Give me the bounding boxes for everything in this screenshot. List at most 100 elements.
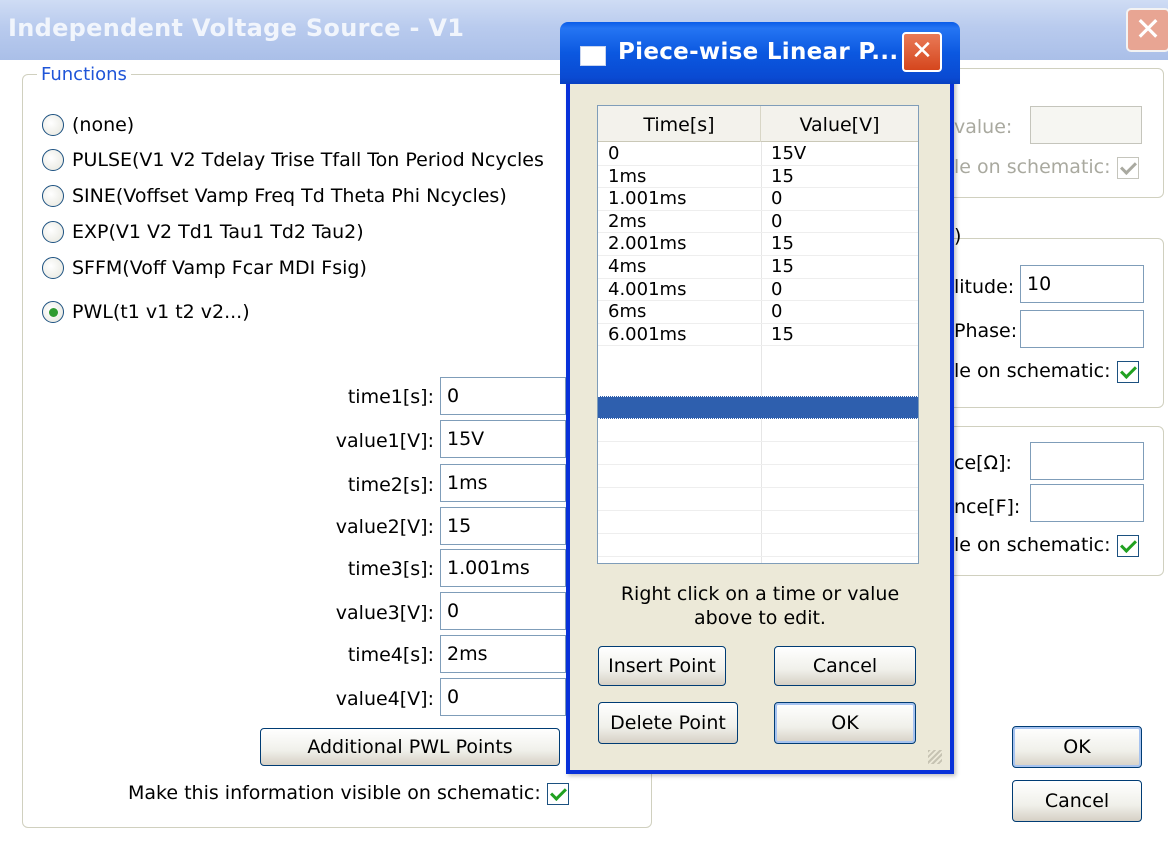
time-cell[interactable]: 2ms [598, 211, 646, 233]
radio-none[interactable]: (none) [42, 111, 134, 139]
pwl-table-header: Time[s] Value[V] [598, 106, 918, 142]
dc-visible-checkbox[interactable] [1116, 156, 1139, 179]
ac-paren: ) [954, 225, 962, 247]
visible-on-schematic-row: Make this information visible on schemat… [128, 782, 569, 805]
capacitance-field[interactable] [1030, 484, 1144, 522]
radio-exp-icon[interactable] [42, 221, 64, 243]
time-cell[interactable]: 4ms [598, 256, 646, 278]
time1-field[interactable]: 0 [440, 377, 566, 415]
time4-field[interactable]: 2ms [440, 635, 566, 673]
value4-label: value4[V]: [335, 688, 434, 710]
value2-label: value2[V]: [335, 516, 434, 538]
time3-label: time3[s]: [347, 558, 434, 580]
table-row[interactable]: 1ms 15 [598, 166, 918, 189]
resize-grip-icon[interactable] [928, 750, 942, 764]
phase-label: Phase: [954, 320, 1018, 342]
time-cell[interactable]: 6.001ms [598, 324, 686, 346]
value-cell[interactable]: 15V [761, 143, 806, 165]
parent-title: Independent Voltage Source - V1 [8, 14, 465, 42]
pwl-ok-button[interactable]: OK [774, 702, 916, 744]
dc-visible-row: le on schematic: [954, 156, 1139, 179]
value2-field[interactable]: 15 [440, 507, 566, 545]
ac-visible-label: le on schematic: [954, 360, 1111, 382]
value-cell[interactable]: 15 [761, 324, 794, 346]
time1-label: time1[s]: [347, 386, 434, 408]
empty-row[interactable] [598, 488, 918, 511]
radio-sffm-icon[interactable] [42, 257, 64, 279]
ac-visible-checkbox[interactable] [1116, 360, 1139, 383]
value3-label: value3[V]: [335, 602, 434, 624]
value-cell[interactable]: 0 [761, 301, 782, 323]
radio-pulse[interactable]: PULSE(V1 V2 Tdelay Trise Tfall Ton Perio… [42, 146, 566, 174]
radio-sffm[interactable]: SFFM(Voff Vamp Fcar MDI Fsig) [42, 254, 367, 282]
par-visible-label: le on schematic: [954, 534, 1111, 556]
resistance-label: ce[Ω]: [954, 452, 1012, 474]
radio-sine[interactable]: SINE(Voffset Vamp Freq Td Theta Phi Ncyc… [42, 182, 507, 210]
value-cell[interactable]: 15 [761, 233, 794, 255]
amplitude-label: litude: [954, 276, 1015, 298]
parent-close-icon[interactable]: ✕ [1126, 8, 1168, 52]
radio-pulse-label: PULSE(V1 V2 Tdelay Trise Tfall Ton Perio… [72, 149, 544, 171]
time3-field[interactable]: 1.001ms [440, 549, 566, 587]
time2-field[interactable]: 1ms [440, 464, 566, 502]
parent-ok-button[interactable]: OK [1012, 726, 1142, 768]
value-cell[interactable]: 15 [761, 166, 794, 188]
radio-exp-label: EXP(V1 V2 Td1 Tau1 Td2 Tau2) [72, 221, 364, 243]
table-row[interactable]: 4ms 15 [598, 256, 918, 279]
table-row[interactable]: 2ms 0 [598, 211, 918, 234]
table-row[interactable]: 4.001ms 0 [598, 279, 918, 302]
delete-point-button[interactable]: Delete Point [598, 702, 738, 744]
time-cell[interactable]: 2.001ms [598, 233, 686, 255]
parent-cancel-button[interactable]: Cancel [1012, 780, 1142, 822]
header-value[interactable]: Value[V] [761, 106, 918, 142]
radio-sine-icon[interactable] [42, 185, 64, 207]
table-row[interactable]: 6.001ms 15 [598, 324, 918, 347]
radio-pwl-icon[interactable] [42, 301, 64, 323]
radio-exp[interactable]: EXP(V1 V2 Td1 Tau1 Td2 Tau2) [42, 218, 364, 246]
radio-none-icon[interactable] [42, 114, 64, 136]
insert-point-button[interactable]: Insert Point [598, 646, 726, 686]
empty-row[interactable] [598, 511, 918, 534]
value3-field[interactable]: 0 [440, 592, 566, 630]
value1-label: value1[V]: [335, 430, 434, 452]
value-cell[interactable]: 0 [761, 279, 782, 301]
resistance-field[interactable] [1030, 442, 1144, 480]
table-row[interactable]: 0 15V [598, 143, 918, 166]
empty-row[interactable] [598, 419, 918, 442]
table-row[interactable]: 1.001ms 0 [598, 188, 918, 211]
selected-empty-row[interactable] [598, 396, 918, 419]
amplitude-field[interactable]: 10 [1020, 265, 1144, 303]
value-cell[interactable]: 0 [761, 188, 782, 210]
value1-field[interactable]: 15V [440, 420, 566, 458]
time-cell[interactable]: 4.001ms [598, 279, 686, 301]
dc-value-field[interactable] [1030, 106, 1142, 144]
phase-field[interactable] [1020, 310, 1144, 348]
empty-row[interactable] [598, 465, 918, 488]
additional-pwl-points-button[interactable]: Additional PWL Points [260, 728, 560, 766]
radio-pulse-icon[interactable] [42, 149, 64, 171]
time2-label: time2[s]: [347, 474, 434, 496]
pwl-cancel-button[interactable]: Cancel [774, 646, 916, 686]
value4-field[interactable]: 0 [440, 678, 566, 716]
radio-none-label: (none) [72, 114, 135, 136]
time-cell[interactable]: 1ms [598, 166, 646, 188]
par-visible-checkbox[interactable] [1116, 534, 1139, 557]
value-cell[interactable]: 0 [761, 211, 782, 233]
dc-visible-label: le on schematic: [954, 156, 1111, 178]
radio-sffm-label: SFFM(Voff Vamp Fcar MDI Fsig) [72, 257, 367, 279]
value-cell[interactable]: 15 [761, 256, 794, 278]
visible-on-schematic-checkbox[interactable] [546, 782, 569, 805]
radio-pwl[interactable]: PWL(t1 v1 t2 v2...) [42, 298, 250, 326]
time-cell[interactable]: 0 [598, 143, 619, 165]
radio-pwl-label: PWL(t1 v1 t2 v2...) [72, 301, 250, 323]
ac-visible-row: le on schematic: [954, 360, 1139, 383]
table-row[interactable]: 2.001ms 15 [598, 233, 918, 256]
empty-row[interactable] [598, 534, 918, 557]
header-time[interactable]: Time[s] [598, 106, 761, 142]
empty-row[interactable] [598, 442, 918, 465]
pwl-close-icon[interactable]: ✕ [902, 32, 942, 72]
time-cell[interactable]: 6ms [598, 301, 646, 323]
time-cell[interactable]: 1.001ms [598, 188, 686, 210]
table-row[interactable]: 6ms 0 [598, 301, 918, 324]
pwl-table[interactable]: Time[s] Value[V] 0 15V 1ms 15 1.001ms 0 2ms… [597, 105, 919, 564]
